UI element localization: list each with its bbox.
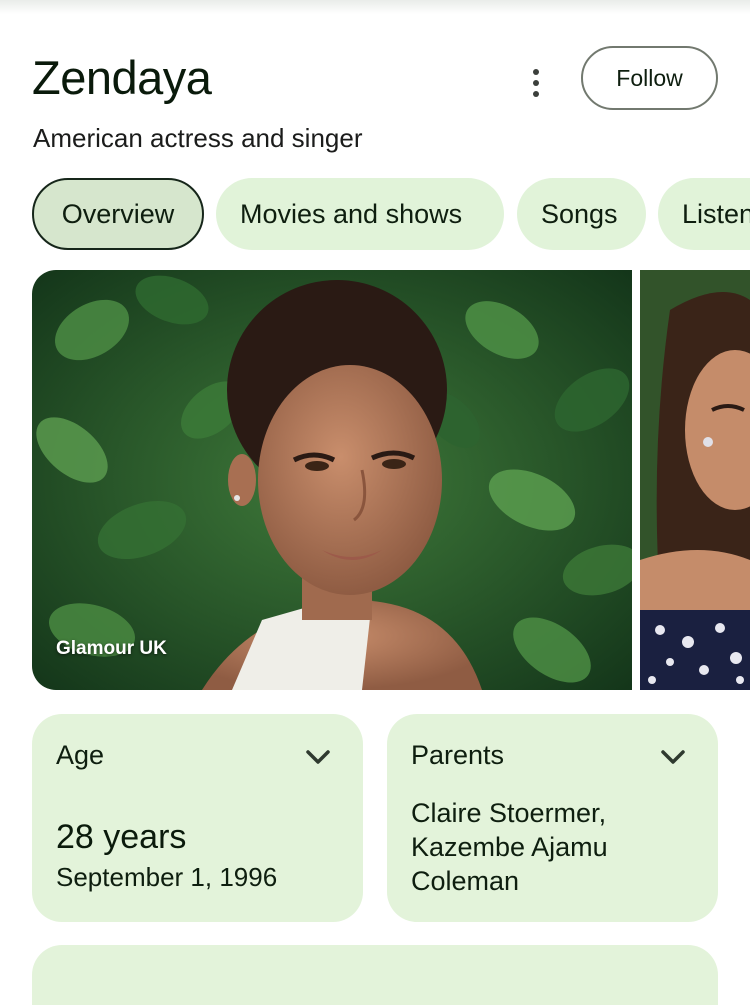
entity-title: Zendaya [32, 51, 212, 104]
birth-date: September 1, 1996 [56, 862, 278, 892]
age-card[interactable]: Age 28 years September 1, 1996 [32, 714, 363, 922]
follow-button[interactable]: Follow [581, 46, 718, 110]
portrait-photo-2 [640, 270, 750, 690]
parents-value: Claire Stoermer, Kazembe Ajamu Coleman [411, 798, 608, 896]
more-options-icon[interactable] [522, 64, 550, 102]
entity-subtitle: American actress and singer [33, 123, 363, 153]
parents-card-title: Parents [411, 740, 505, 770]
tab-overview[interactable]: Overview [32, 178, 204, 250]
chevron-down-icon[interactable] [660, 748, 686, 766]
age-value: 28 years [56, 818, 187, 856]
chevron-down-icon[interactable] [305, 748, 331, 766]
image-zendaya-2[interactable] [640, 270, 750, 690]
tab-bar: Overview Movies and shows Songs Listen [32, 178, 750, 250]
age-card-title: Age [56, 740, 105, 770]
next-info-card[interactable] [32, 945, 718, 1005]
top-edge-shadow [0, 0, 750, 14]
image-zendaya-1[interactable]: Glamour UK [32, 270, 632, 690]
parents-card[interactable]: Parents Claire Stoermer, Kazembe Ajamu C… [387, 714, 718, 922]
image-source-caption: Glamour UK [56, 638, 167, 659]
tab-songs[interactable]: Songs [517, 178, 646, 250]
tab-movies-and-shows[interactable]: Movies and shows [216, 178, 504, 250]
portrait-photo-1 [32, 270, 632, 690]
tab-listen[interactable]: Listen [658, 178, 750, 250]
